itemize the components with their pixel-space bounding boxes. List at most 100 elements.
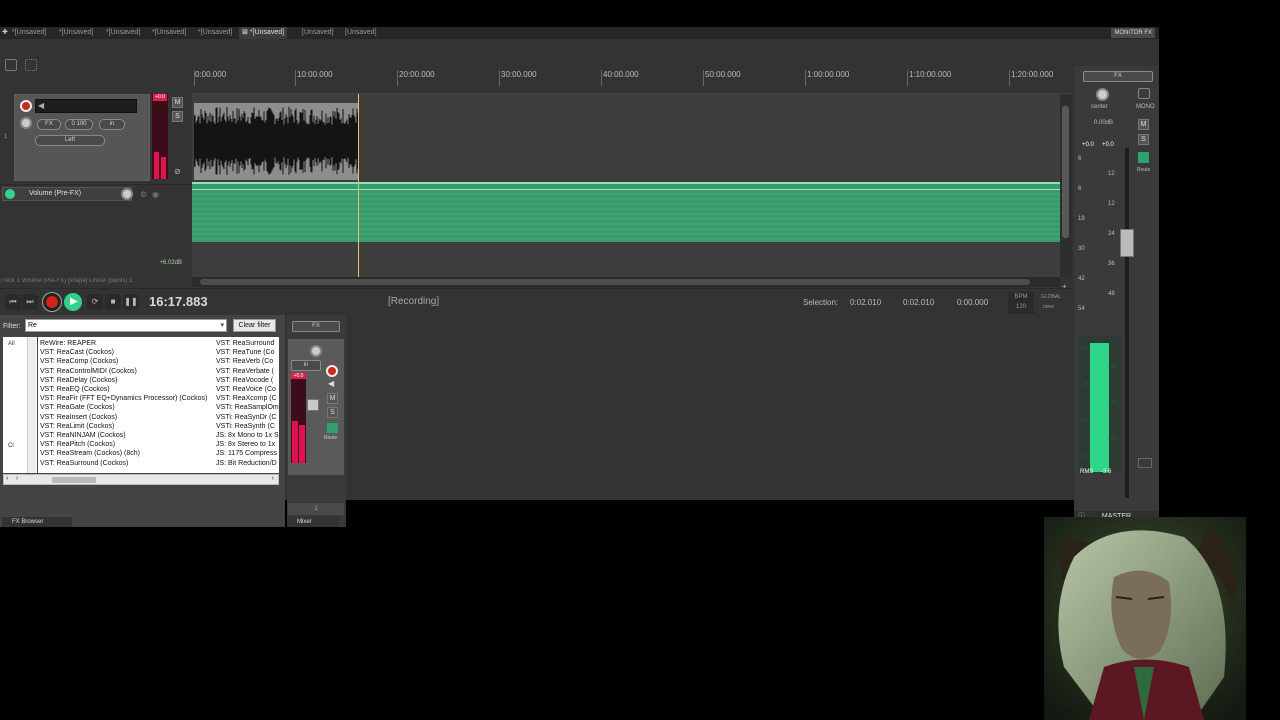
fx-list-item[interactable]: VST: ReaPitch (Cockos) xyxy=(40,440,115,449)
record-arm-button[interactable] xyxy=(20,100,32,112)
route-icon[interactable] xyxy=(1138,152,1149,163)
fx-list-item[interactable]: VST: ReaVoice (Co xyxy=(216,385,276,394)
fx-list-item[interactable]: JS: 8x Mono to 1x S xyxy=(216,431,279,440)
fx-list-item[interactable]: VST: ReaFir (FFT EQ+Dynamics Processor) … xyxy=(40,394,207,403)
pan-slider[interactable]: Left xyxy=(35,135,105,146)
record-button[interactable] xyxy=(43,293,61,311)
master-mute-button[interactable]: M xyxy=(1138,119,1149,130)
envelope-header[interactable]: Volume (Pre-FX) xyxy=(2,187,133,201)
mixer-solo-button[interactable]: S xyxy=(327,407,338,418)
solo-button[interactable]: S xyxy=(172,111,183,122)
bpm-box[interactable]: BPM 120 xyxy=(1008,292,1034,314)
play-button[interactable]: ▶ xyxy=(64,293,82,311)
fx-list-item[interactable]: VSTi: ReaSynDr (C xyxy=(216,413,276,422)
project-tab[interactable]: *[Unsaved] xyxy=(198,27,232,39)
fx-button[interactable]: FX xyxy=(37,119,61,130)
master-fx-button[interactable]: FX xyxy=(1083,71,1153,82)
mute-button[interactable]: M xyxy=(172,97,183,108)
project-tab[interactable]: *[Unsaved] xyxy=(152,27,186,39)
scroll-left-icon[interactable]: ‹ xyxy=(6,475,8,482)
mono-icon[interactable] xyxy=(1138,88,1150,99)
global-label[interactable]: GLOBAL xyxy=(1041,294,1061,300)
envelope-knob[interactable] xyxy=(121,188,133,200)
tree-node[interactable]: All xyxy=(8,341,15,347)
master-env-icon[interactable] xyxy=(1138,458,1152,468)
project-tab[interactable]: [Unsaved] xyxy=(345,27,377,39)
scrollbar-thumb[interactable] xyxy=(1062,106,1069,238)
fx-list-item[interactable]: VST: ReaEQ (Cockos) xyxy=(40,385,110,394)
fx-list-item[interactable]: VST: ReaDelay (Cockos) xyxy=(40,376,117,385)
hide-icon[interactable]: ◉ xyxy=(152,190,159,199)
fx-list-item[interactable]: VST: ReaInsert (Cockos) xyxy=(40,413,117,422)
fx-list-item[interactable]: VST: ReaVerb (Co xyxy=(216,357,273,366)
fx-list-item[interactable]: VST: ReaComp (Cockos) xyxy=(40,357,118,366)
vertical-scrollbar[interactable]: + xyxy=(1060,94,1072,291)
project-tab[interactable]: *[Unsaved] xyxy=(59,27,93,39)
settings-icon[interactable]: ⚙ xyxy=(140,190,147,199)
scroll-right-icon[interactable]: › xyxy=(272,475,274,482)
selection-start[interactable]: 0:02.010 xyxy=(850,298,881,307)
master-solo-button[interactable]: S xyxy=(1138,134,1149,145)
pause-button[interactable]: ❚❚ xyxy=(123,294,139,310)
mixer-volume-fader[interactable] xyxy=(307,399,319,411)
filter-input[interactable]: Re ▾ xyxy=(25,319,227,332)
grid-icon[interactable] xyxy=(25,59,37,71)
fx-browser-tab[interactable]: FX Browser xyxy=(2,517,72,527)
project-tab-active[interactable]: ⊠ *[Unsaved] xyxy=(239,27,288,39)
menu-icon[interactable]: ✚ xyxy=(2,27,8,39)
fx-list-item[interactable]: VSTi: ReaSamplOm xyxy=(216,403,279,412)
master-pan-knob[interactable] xyxy=(1096,88,1109,101)
fx-list-item[interactable]: VST: ReaLimit (Cockos) xyxy=(40,422,114,431)
fx-list-item[interactable]: VST: ReaCast (Cockos) xyxy=(40,348,114,357)
repeat-button[interactable]: ⟳ xyxy=(87,294,103,310)
fx-folder-tree[interactable]: All Cl xyxy=(3,337,37,473)
fx-list-item[interactable]: JS: 1175 Compress xyxy=(216,449,277,458)
fx-list-item[interactable]: VST: ReaVocode ( xyxy=(216,376,273,385)
mixer-tab[interactable]: Mixer xyxy=(287,517,339,527)
mixer-fx-button[interactable]: FX xyxy=(292,321,340,332)
fx-list-item[interactable]: VST: ReaNINJAM (Cockos) xyxy=(40,431,126,440)
volume-envelope[interactable] xyxy=(192,182,1060,242)
fx-list-item[interactable]: JS: Bit Reduction/D xyxy=(216,459,277,468)
tree-node[interactable]: Cl xyxy=(8,443,14,449)
fx-list-item[interactable]: VST: ReaSurround xyxy=(216,339,274,348)
selection-length[interactable]: 0:00.000 xyxy=(957,298,988,307)
mixer-mute-button[interactable]: M xyxy=(327,393,338,404)
stop-button[interactable]: ■ xyxy=(105,294,121,310)
clear-filter-button[interactable]: Clear filter xyxy=(233,319,276,332)
automation-mode[interactable]: none xyxy=(1043,304,1054,310)
fx-list-item[interactable]: VST: ReaVerbate ( xyxy=(216,367,274,376)
monitor-fx-button[interactable]: MONITOR FX xyxy=(1111,28,1155,38)
timeline-ruler[interactable]: 0:00.000 10:00.000 20:00.000 30:00.000 4… xyxy=(192,66,1072,94)
fx-list-item[interactable]: VST: ReaGate (Cockos) xyxy=(40,403,115,412)
fx-list[interactable]: ReWire: REAPER VST: ReaCast (Cockos) VST: … xyxy=(38,337,279,473)
fx-list-item[interactable]: VST: ReaSurround (Cockos) xyxy=(40,459,128,468)
project-tab[interactable]: *[Unsaved] xyxy=(12,27,46,39)
fx-list-item[interactable]: VSTi: ReaSynth (C xyxy=(216,422,275,431)
project-tab[interactable]: *[Unsaved] xyxy=(106,27,140,39)
track-name-field[interactable]: ◀ xyxy=(35,99,137,113)
route-icon[interactable] xyxy=(327,423,338,433)
scroll-right-icon[interactable]: › xyxy=(16,475,18,482)
audio-item[interactable] xyxy=(194,103,359,180)
input-button[interactable]: in xyxy=(99,119,125,130)
fx-list-item[interactable]: VST: ReaXcomp (C xyxy=(216,394,277,403)
mixer-input-button[interactable]: in xyxy=(291,360,321,371)
horizontal-scrollbar[interactable] xyxy=(192,277,1060,287)
mixer-record-arm-button[interactable] xyxy=(326,365,338,377)
project-tab[interactable]: [Unsaved] xyxy=(302,27,334,39)
track-1-header[interactable]: ◀ FX 0 100 in Left xyxy=(14,94,150,181)
selection-end[interactable]: 0:02.010 xyxy=(903,298,934,307)
tree-scrollbar[interactable] xyxy=(27,337,36,473)
fx-list-item[interactable]: ReWire: REAPER xyxy=(40,339,96,348)
envelope-active-icon[interactable] xyxy=(5,189,15,199)
master-volume-fader[interactable] xyxy=(1120,229,1134,257)
grid-snap-icon[interactable] xyxy=(5,59,17,71)
chevron-down-icon[interactable]: ▾ xyxy=(220,320,224,331)
arrange-view[interactable] xyxy=(192,94,1060,277)
route-button[interactable]: 0 100 xyxy=(65,119,93,130)
scrollbar-thumb[interactable] xyxy=(52,477,96,483)
phase-icon[interactable]: ⊘ xyxy=(174,167,181,176)
fx-list-item[interactable]: VST: ReaStream (Cockos) (8ch) xyxy=(40,449,140,458)
fx-list-item[interactable]: JS: 8x Stereo to 1x xyxy=(216,440,275,449)
